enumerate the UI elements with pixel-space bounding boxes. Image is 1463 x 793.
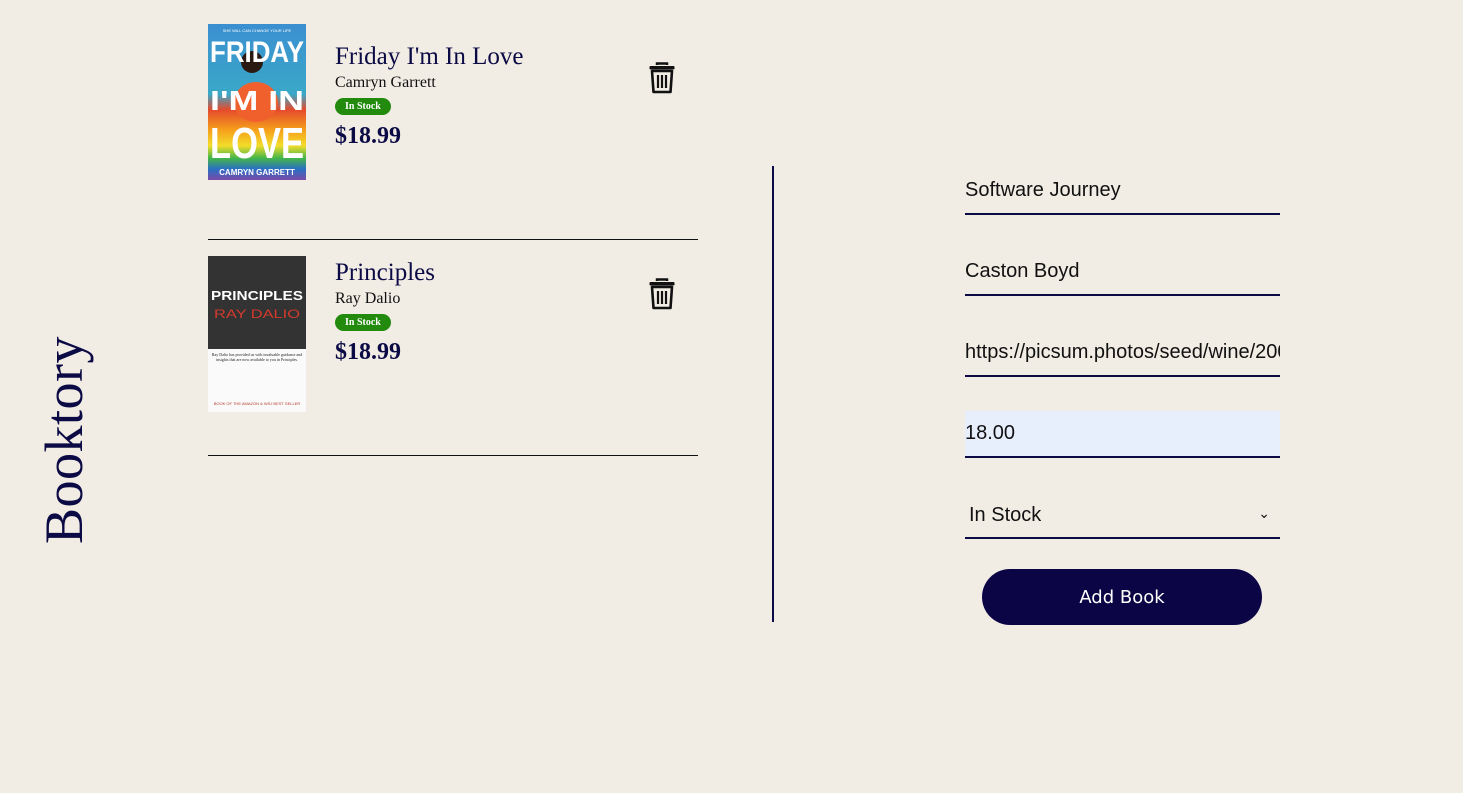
status-select[interactable]: In Stock [965, 492, 1280, 537]
cover-footer: BOOK OF THE AMAZON & WSJ BEST SELLER [214, 401, 301, 406]
cover-tagline: SHE WILL CAN CHANGE YOUR LIFE [223, 28, 292, 33]
add-book-form: In Stock ⌄ Add Book [965, 168, 1280, 625]
title-field [965, 168, 1280, 215]
image-url-field [965, 330, 1280, 377]
cover-title-line3: LOVE [210, 119, 304, 168]
price-field [965, 411, 1280, 458]
brand-logo: Booktory [34, 335, 94, 545]
stock-badge: In Stock [335, 314, 391, 331]
status-field: In Stock ⌄ [965, 492, 1280, 539]
stock-badge: In Stock [335, 98, 391, 115]
add-book-button[interactable]: Add Book [982, 569, 1262, 625]
delete-book-button[interactable] [648, 278, 676, 310]
book-card: PRINCIPLES RAY DALIO Ray Dalio has provi… [208, 240, 698, 456]
book-price: $18.99 [335, 339, 401, 365]
author-input[interactable] [965, 249, 1280, 294]
page: Booktory SHE WILL CAN CHANGE YOUR LIFE F… [0, 0, 1463, 793]
delete-book-button[interactable] [648, 62, 676, 94]
book-author: Ray Dalio [335, 290, 401, 307]
book-info: Friday I'm In Love Camryn Garrett In Sto… [335, 42, 524, 150]
image-url-input[interactable] [965, 330, 1280, 375]
book-info: Principles Ray Dalio In Stock $18.99 [335, 258, 435, 366]
book-cover-image: SHE WILL CAN CHANGE YOUR LIFE FRIDAY I'M… [208, 24, 306, 180]
book-card: SHE WILL CAN CHANGE YOUR LIFE FRIDAY I'M… [208, 24, 698, 240]
book-title: Principles [335, 259, 435, 286]
book-price: $18.99 [335, 123, 401, 149]
cover-title-line2: RAY DALIO [214, 307, 300, 321]
book-cover-image: PRINCIPLES RAY DALIO Ray Dalio has provi… [208, 256, 306, 412]
price-input[interactable] [965, 411, 1280, 456]
cover-title-line1: FRIDAY [210, 36, 304, 69]
trash-icon [649, 62, 675, 94]
vertical-divider [772, 166, 774, 622]
cover-title-line2: I'M IN [210, 85, 304, 116]
trash-icon [649, 278, 675, 310]
cover-author: CAMRYN GARRETT [219, 168, 295, 177]
cover-title-line1: PRINCIPLES [211, 288, 303, 303]
book-title: Friday I'm In Love [335, 43, 524, 70]
book-author: Camryn Garrett [335, 74, 436, 91]
title-input[interactable] [965, 168, 1280, 213]
cover-blurb: Ray Dalio has provided us with invaluabl… [211, 352, 303, 362]
author-field [965, 249, 1280, 296]
book-list: SHE WILL CAN CHANGE YOUR LIFE FRIDAY I'M… [208, 24, 698, 456]
